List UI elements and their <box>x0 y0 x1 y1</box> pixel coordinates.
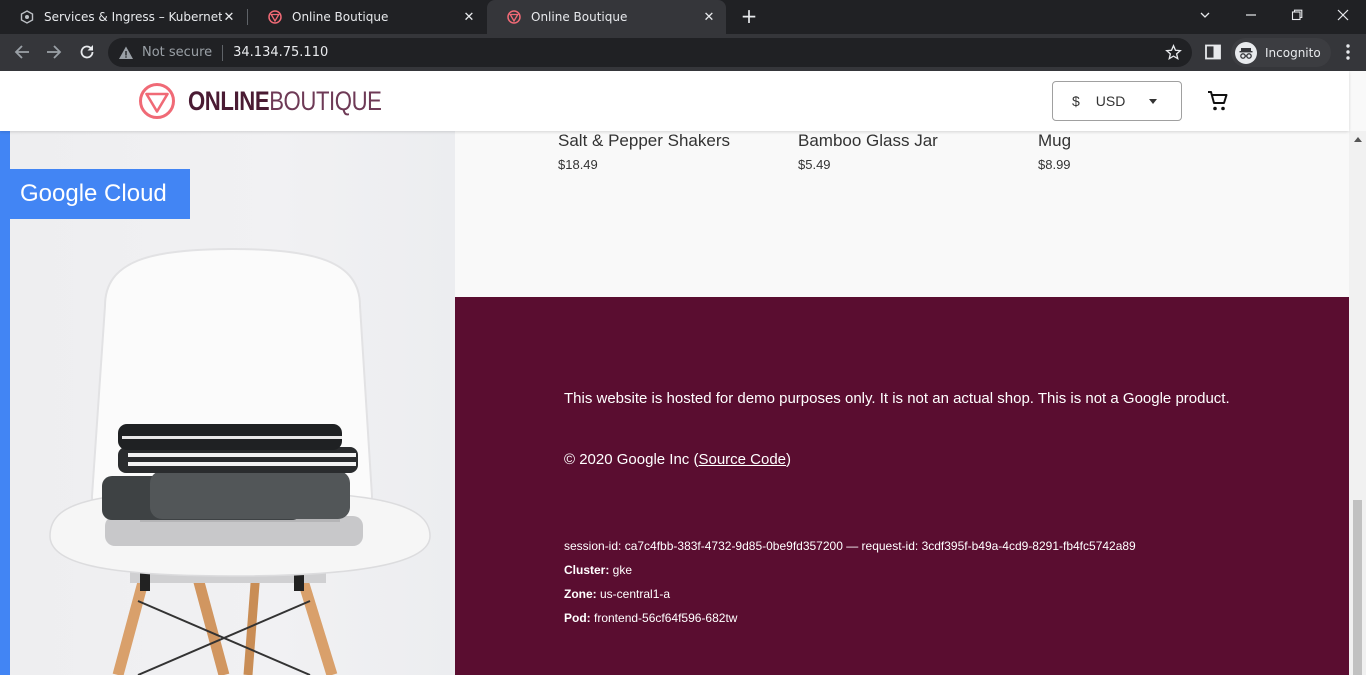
scroll-up-arrow-icon[interactable] <box>1354 137 1362 142</box>
restore-icon <box>1291 9 1303 21</box>
url-text[interactable]: 34.134.75.110 <box>233 45 328 60</box>
session-info: session-id: ca7c4fbb-383f-4732-9d85-0be9… <box>564 539 1136 553</box>
tab-title: Services & Ingress – Kubernetes E <box>44 10 222 24</box>
close-window-button[interactable] <box>1320 0 1366 30</box>
zone-info: Zone: us-central1-a <box>564 582 1136 606</box>
zone-label: Zone: <box>564 587 597 601</box>
incognito-profile-button[interactable]: Incognito <box>1231 38 1331 67</box>
close-icon[interactable]: ✕ <box>702 10 716 25</box>
cluster-value: gke <box>609 563 633 577</box>
logo-wordmark-light: BOUTIQUE <box>269 85 382 116</box>
product-card[interactable]: Bamboo Glass Jar $5.49 <box>798 131 938 172</box>
tab-title: Online Boutique <box>531 10 628 24</box>
new-tab-button[interactable]: + <box>738 5 760 27</box>
footer-debug-info: session-id: ca7c4fbb-383f-4732-9d85-0be9… <box>564 534 1136 630</box>
profile-label: Incognito <box>1265 45 1321 60</box>
copyright-prefix: © 2020 Google Inc ( <box>564 451 699 468</box>
logo-wordmark-bold: ONLINE <box>188 85 270 116</box>
product-name[interactable]: Salt & Pepper Shakers <box>558 131 730 151</box>
site-footer: This website is hosted for demo purposes… <box>455 297 1349 675</box>
tab-strip: Services & Ingress – Kubernetes E ✕ Onli… <box>0 0 1366 34</box>
product-price: $18.49 <box>558 157 598 172</box>
currency-select[interactable]: $ USD <box>1052 81 1182 121</box>
product-card[interactable]: Salt & Pepper Shakers $18.49 <box>558 131 730 172</box>
site-header: ONLINEBOUTIQUE $ USD <box>0 71 1349 131</box>
currency-symbol: $ <box>1072 93 1080 109</box>
restore-button[interactable] <box>1274 0 1320 30</box>
security-status[interactable]: Not secure <box>142 45 212 60</box>
pod-value: frontend-56cf64f596-682tw <box>590 611 738 625</box>
scrollbar-thumb[interactable] <box>1353 500 1362 675</box>
close-icon <box>1337 9 1349 21</box>
boutique-icon <box>507 10 521 24</box>
boutique-logo-icon <box>139 83 175 119</box>
hero-image: Google Cloud <box>10 131 455 675</box>
pod-info: Pod: frontend-56cf64f596-682tw <box>564 606 1136 630</box>
tab-kubernetes[interactable]: Services & Ingress – Kubernetes E ✕ <box>0 0 246 34</box>
zone-value: us-central1-a <box>596 587 671 601</box>
google-cloud-strip <box>0 71 10 675</box>
address-bar[interactable]: Not secure 34.134.75.110 <box>108 38 1192 67</box>
product-name[interactable]: Bamboo Glass Jar <box>798 131 938 151</box>
incognito-icon <box>1235 41 1257 64</box>
source-code-link[interactable]: Source Code <box>698 451 786 468</box>
close-icon[interactable]: ✕ <box>462 10 476 25</box>
pod-label: Pod: <box>564 611 591 625</box>
side-panel-icon[interactable] <box>1204 43 1222 61</box>
product-name[interactable]: Mug <box>1038 131 1071 151</box>
more-menu-icon[interactable] <box>1338 42 1358 62</box>
chevron-down-icon <box>1200 12 1210 18</box>
footer-copyright: © 2020 Google Inc (Source Code) <box>564 451 791 468</box>
copyright-suffix: ) <box>786 451 792 468</box>
cluster-info: Cluster: gke <box>564 558 1136 582</box>
page-scrollbar[interactable] <box>1349 131 1366 675</box>
minimize-button[interactable] <box>1228 0 1274 30</box>
logo-wordmark: ONLINEBOUTIQUE <box>188 86 382 117</box>
back-button[interactable] <box>9 39 35 65</box>
warning-icon <box>119 46 133 59</box>
product-price: $5.49 <box>798 157 831 172</box>
google-cloud-badge: Google Cloud <box>10 169 190 219</box>
product-price: $8.99 <box>1038 157 1071 172</box>
forward-button[interactable] <box>41 39 67 65</box>
browser-toolbar: Not secure 34.134.75.110 Incognito <box>0 34 1366 71</box>
arrow-left-icon <box>14 45 29 59</box>
page-viewport: ONLINEBOUTIQUE $ USD Google Cloud Salt &… <box>0 71 1366 675</box>
address-divider <box>222 44 224 61</box>
gke-icon <box>20 10 34 24</box>
footer-disclaimer: This website is hosted for demo purposes… <box>564 390 1230 407</box>
reload-icon <box>80 45 94 59</box>
boutique-icon <box>268 10 282 24</box>
currency-code: USD <box>1095 93 1126 109</box>
tab-online-boutique-active[interactable]: Online Boutique ✕ <box>487 0 726 34</box>
tab-online-boutique[interactable]: Online Boutique ✕ <box>248 0 486 34</box>
caret-down-icon <box>1149 99 1157 104</box>
close-icon[interactable]: ✕ <box>222 10 236 25</box>
arrow-right-icon <box>47 45 62 59</box>
reload-button[interactable] <box>74 39 100 65</box>
tab-search-button[interactable] <box>1182 0 1228 30</box>
product-card[interactable]: Mug $8.99 <box>1038 131 1071 172</box>
cart-icon[interactable] <box>1206 89 1230 113</box>
bookmark-star-icon[interactable] <box>1165 44 1182 61</box>
site-logo[interactable]: ONLINEBOUTIQUE <box>138 82 424 120</box>
tab-title: Online Boutique <box>292 10 389 24</box>
product-row: Salt & Pepper Shakers $18.49 Bamboo Glas… <box>455 131 1349 297</box>
minimize-icon <box>1246 14 1256 16</box>
cluster-label: Cluster: <box>564 563 610 577</box>
